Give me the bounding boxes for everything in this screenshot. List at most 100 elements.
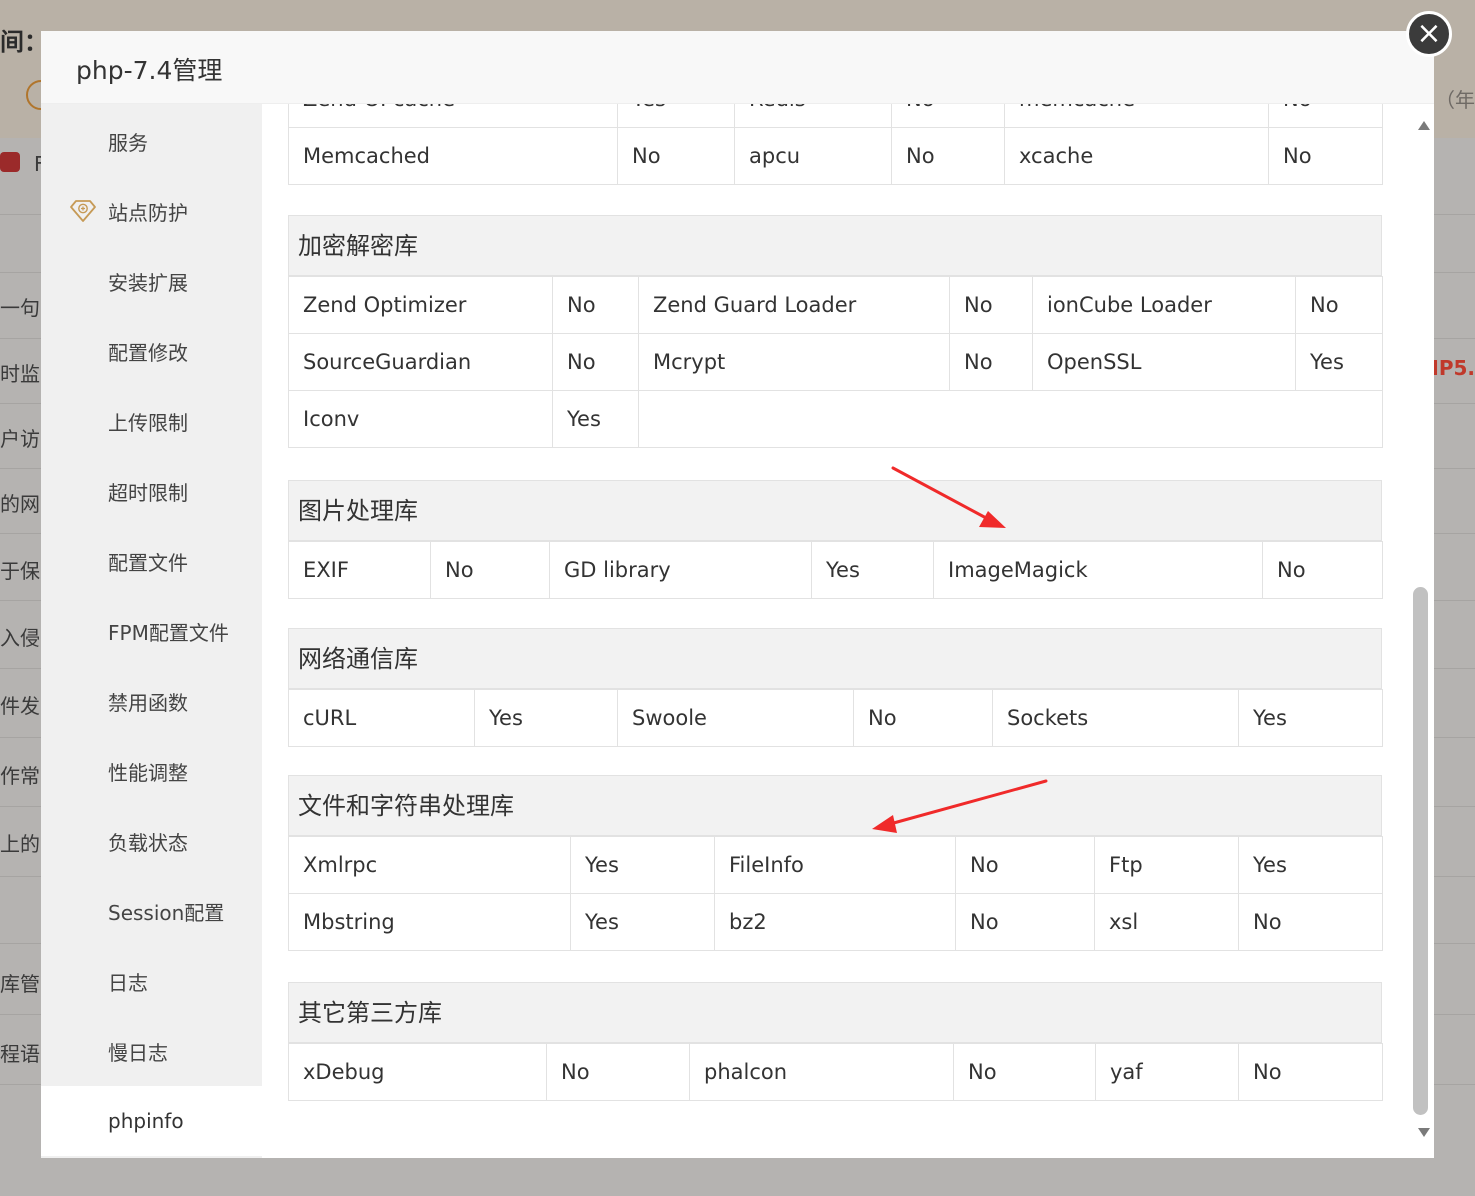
extension-name: phalcon: [689, 1043, 954, 1101]
sidebar-item-site-protection[interactable]: 站点防护: [41, 176, 262, 246]
extension-name: SourceGuardian: [288, 333, 553, 391]
dialog-header: php-7.4管理: [41, 31, 1434, 104]
extension-name: xDebug: [288, 1043, 547, 1101]
extension-name: Mcrypt: [638, 333, 950, 391]
background-text: 户访问: [0, 427, 40, 451]
extension-name: Memcached: [288, 127, 618, 185]
extension-status: No: [853, 689, 993, 747]
extension-name: Xmlrpc: [288, 836, 571, 894]
extension-name: Zend Optimizer: [288, 276, 553, 334]
sidebar-item-label: FPM配置文件: [108, 620, 229, 645]
sidebar-item-config-file[interactable]: 配置文件: [41, 526, 262, 596]
extension-status: No: [1268, 127, 1383, 185]
table-row: xDebug No phalcon No yaf No: [288, 1043, 1383, 1101]
scroll-down-button[interactable]: [1413, 1127, 1434, 1141]
network-table: cURL Yes Swoole No Sockets Yes: [288, 689, 1383, 747]
sidebar-item-label: 慢日志: [108, 1040, 168, 1065]
extension-status: Yes: [1295, 333, 1383, 391]
sidebar-item-performance[interactable]: 性能调整: [41, 736, 262, 806]
crypto-table: Zend Optimizer No Zend Guard Loader No i…: [288, 276, 1383, 448]
background-text: 一句话: [0, 296, 40, 320]
sidebar-item-install-extensions[interactable]: 安装扩展: [41, 246, 262, 316]
sidebar-item-slow-log[interactable]: 慢日志: [41, 1016, 262, 1086]
sidebar-item-label: 日志: [108, 970, 148, 995]
extension-name: Mbstring: [288, 893, 571, 951]
extension-name: cURL: [288, 689, 475, 747]
extension-status: Yes: [811, 541, 934, 599]
sidebar-item-phpinfo[interactable]: phpinfo: [41, 1086, 262, 1156]
extension-name: Ftp: [1094, 836, 1239, 894]
sidebar-item-label: 上传限制: [108, 410, 188, 435]
php-manager-dialog: php-7.4管理 服务 站点防护 安装扩展 配置修改 上传限制 超时限制 配置…: [41, 31, 1434, 1158]
sidebar-item-label: 禁用函数: [108, 690, 188, 715]
scroll-up-button[interactable]: [1413, 119, 1434, 133]
scrollbar-thumb[interactable]: [1413, 587, 1428, 1115]
sidebar-item-timeout-limit[interactable]: 超时限制: [41, 456, 262, 526]
extension-status: No: [617, 127, 735, 185]
extension-status: Yes: [1238, 689, 1383, 747]
background-text: 库管理: [0, 972, 40, 996]
extension-status: Yes: [570, 836, 715, 894]
extension-status: No: [1295, 276, 1383, 334]
extension-status: No: [552, 333, 639, 391]
other-table: xDebug No phalcon No yaf No: [288, 1043, 1383, 1101]
extension-status: No: [949, 276, 1033, 334]
extension-name: ImageMagick: [933, 541, 1263, 599]
sidebar-item-label: 安装扩展: [108, 270, 188, 295]
section-header-crypto: 加密解密库: [288, 215, 1382, 276]
sidebar-item-log[interactable]: 日志: [41, 946, 262, 1016]
sidebar-item-upload-limit[interactable]: 上传限制: [41, 386, 262, 456]
string-table: Xmlrpc Yes FileInfo No Ftp Yes Mbstring …: [288, 836, 1383, 951]
background-redis-icon: [0, 152, 20, 172]
extension-name: Sockets: [992, 689, 1239, 747]
sidebar-item-session-config[interactable]: Session配置: [41, 876, 262, 946]
background-text: 的网站: [0, 492, 40, 516]
close-dialog-button[interactable]: ×: [1406, 11, 1452, 57]
extension-status: No: [891, 104, 1005, 128]
table-row: cURL Yes Swoole No Sockets Yes: [288, 689, 1383, 747]
table-row: Mbstring Yes bz2 No xsl No: [288, 893, 1383, 951]
table-row: Xmlrpc Yes FileInfo No Ftp Yes: [288, 836, 1383, 894]
image-table: EXIF No GD library Yes ImageMagick No: [288, 541, 1383, 599]
extension-status: No: [955, 893, 1095, 951]
empty-cell: [638, 390, 1383, 448]
sidebar-menu: 服务 站点防护 安装扩展 配置修改 上传限制 超时限制 配置文件 FPM配置文件…: [41, 104, 262, 1158]
sidebar-item-load-status[interactable]: 负载状态: [41, 806, 262, 876]
section-header-network: 网络通信库: [288, 628, 1382, 689]
sidebar-item-config-edit[interactable]: 配置修改: [41, 316, 262, 386]
extension-name: yaf: [1095, 1043, 1239, 1101]
extension-status: No: [552, 276, 639, 334]
phpinfo-panel[interactable]: Zend OPcache Yes Redis No memcache No Me…: [262, 104, 1434, 1158]
extension-name: OpenSSL: [1032, 333, 1296, 391]
extension-status: No: [430, 541, 550, 599]
sidebar-item-label: 负载状态: [108, 830, 188, 855]
sidebar-item-fpm-config[interactable]: FPM配置文件: [41, 596, 262, 666]
triangle-up-icon: [1417, 121, 1430, 130]
table-row: Iconv Yes: [288, 390, 1383, 448]
sidebar-item-label: 配置文件: [108, 550, 188, 575]
extension-name: memcache: [1004, 104, 1269, 128]
sidebar-item-service[interactable]: 服务: [41, 106, 262, 176]
table-row: Zend OPcache Yes Redis No memcache No: [288, 104, 1383, 128]
extension-status: No: [949, 333, 1033, 391]
extension-status: No: [1262, 541, 1383, 599]
extension-status: No: [1268, 104, 1383, 128]
table-row: EXIF No GD library Yes ImageMagick No: [288, 541, 1383, 599]
extension-name: xsl: [1094, 893, 1239, 951]
sidebar-item-label: Session配置: [108, 900, 225, 925]
extension-status: No: [891, 127, 1005, 185]
extension-name: ionCube Loader: [1032, 276, 1296, 334]
sidebar-item-disabled-functions[interactable]: 禁用函数: [41, 666, 262, 736]
extension-name: apcu: [734, 127, 892, 185]
triangle-down-icon: [1417, 1128, 1430, 1137]
cache-table: Zend OPcache Yes Redis No memcache No Me…: [288, 104, 1383, 185]
extension-name: Redis: [734, 104, 892, 128]
background-text: 件发布: [0, 694, 40, 718]
extension-status: Yes: [617, 104, 735, 128]
close-icon: ×: [1416, 16, 1442, 51]
extension-name: Zend OPcache: [288, 104, 618, 128]
extension-status: Yes: [1238, 836, 1383, 894]
sidebar-item-label: 配置修改: [108, 340, 188, 365]
background-text: 程语言: [0, 1042, 40, 1066]
sidebar-item-label: 服务: [108, 130, 148, 155]
